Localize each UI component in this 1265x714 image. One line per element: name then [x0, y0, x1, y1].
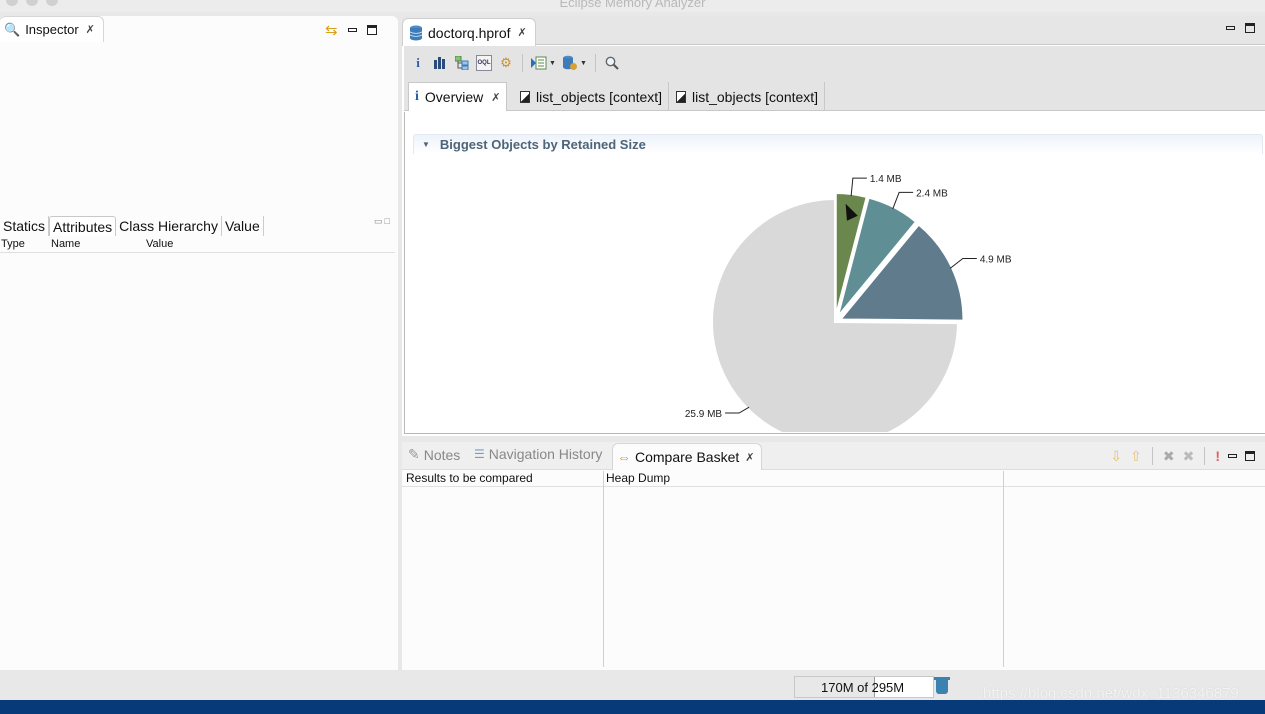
tab-overview-label: Overview	[424, 89, 484, 105]
tab-list-objects-1[interactable]: list_objects [context]	[514, 82, 670, 111]
tab-notes-label: Notes	[423, 446, 461, 463]
tab-doctorq-hprof[interactable]: doctorq.hprof ✗	[402, 18, 536, 46]
tab-attributes[interactable]: Attributes	[49, 216, 117, 236]
info-icon: i	[415, 89, 419, 104]
editor-tab-bar: doctorq.hprof ✗	[402, 16, 1265, 46]
editor-toolbar: i OQL ⚙ ▼ ▼	[404, 46, 1265, 80]
maximize-icon[interactable]	[1245, 23, 1255, 33]
pie-slice-label: 25.9 MB	[685, 409, 723, 420]
column-type[interactable]: Type	[1, 238, 25, 250]
tab-statics[interactable]: Statics	[0, 216, 50, 236]
dominator-tree-icon[interactable]	[454, 55, 470, 71]
column-results-to-be-compared[interactable]: Results to be compared	[406, 471, 533, 485]
tab-list-objects-1-label: list_objects [context]	[536, 88, 663, 105]
remove-icon[interactable]: ✖	[1163, 448, 1175, 465]
compare-basket-view: ✎ Notes ☰ Navigation History ⇔ Compare B…	[402, 442, 1265, 670]
heap-dump-editor: doctorq.hprof ✗ i OQL ⚙ ▼ ▼ i Overview ✗…	[402, 16, 1265, 436]
desktop-taskbar	[0, 700, 1265, 714]
minimize-icon[interactable]	[347, 28, 357, 32]
chevron-down-icon[interactable]: ▼	[580, 60, 587, 67]
editor-page-tabs: i Overview ✗ list_objects [context] list…	[404, 80, 1265, 111]
navigation-history-icon: ☰	[474, 447, 485, 461]
tab-compare-basket[interactable]: ⇔ Compare Basket ✗	[612, 443, 762, 470]
heap-status-text: 170M of 295M	[821, 679, 905, 695]
tab-inspector-label: Inspector	[25, 22, 79, 37]
tab-notes[interactable]: ✎ Notes	[408, 446, 460, 463]
pie-slice-label: 4.9 MB	[980, 254, 1012, 265]
pie-slice-label: 1.4 MB	[870, 174, 902, 185]
oql-icon[interactable]: OQL	[476, 55, 492, 71]
document-icon	[676, 90, 686, 103]
histogram-icon[interactable]	[432, 55, 448, 71]
info-icon[interactable]: i	[410, 55, 426, 71]
window-title: Eclipse Memory Analyzer	[559, 0, 706, 10]
tab-value[interactable]: Value	[222, 216, 264, 236]
tab-overview[interactable]: i Overview ✗	[408, 82, 508, 111]
close-icon[interactable]: ✗	[86, 23, 95, 36]
column-heap-dump[interactable]: Heap Dump	[606, 471, 670, 485]
inspector-sub-tabs: Statics Attributes Class Hierarchy Value	[0, 216, 264, 236]
minimize-icon[interactable]	[1228, 454, 1237, 458]
close-icon[interactable]: ✗	[491, 91, 500, 104]
window-titlebar: Eclipse Memory Analyzer	[0, 0, 1265, 12]
attributes-table-header: Type Name Value	[0, 237, 395, 253]
sub-panel-controls[interactable]: ▭□	[374, 216, 392, 227]
tab-class-hierarchy[interactable]: Class Hierarchy	[116, 216, 222, 236]
find-object-icon[interactable]	[604, 55, 620, 71]
tab-compare-basket-label: Compare Basket	[635, 449, 740, 465]
tab-list-objects-2[interactable]: list_objects [context]	[670, 82, 826, 111]
tab-navigation-history-label: Navigation History	[488, 446, 603, 462]
inspector-icon: 🔍	[4, 21, 21, 37]
toolbar-separator	[1151, 447, 1153, 465]
close-icon[interactable]: ✗	[518, 26, 527, 39]
compare-results-icon[interactable]: !	[1215, 448, 1220, 464]
document-icon	[520, 90, 530, 103]
retained-size-pie-chart: 1.4 MB 2.4 MB 4.9 MB 25.9 MB	[685, 174, 1012, 432]
compare-table-header: Results to be compared Heap Dump	[402, 471, 1265, 487]
trash-icon[interactable]	[934, 677, 950, 694]
column-divider[interactable]	[603, 471, 604, 667]
run-report-icon[interactable]	[531, 55, 547, 71]
inspector-view: 🔍 Inspector ✗ ⇆ Statics Attributes Class…	[0, 16, 398, 670]
toolbar-separator	[522, 54, 523, 72]
pie-leader-line	[892, 191, 914, 210]
tab-list-objects-2-label: list_objects [context]	[692, 88, 819, 105]
maximize-icon[interactable]	[1245, 451, 1255, 461]
tab-doctorq-hprof-label: doctorq.hprof	[428, 24, 511, 41]
notes-icon: ✎	[408, 446, 420, 462]
pie-leader-line	[949, 257, 977, 269]
toolbar-separator	[594, 54, 596, 72]
chevron-down-icon[interactable]: ▼	[549, 60, 556, 67]
link-with-editor-icon[interactable]: ⇆	[325, 21, 338, 39]
database-icon	[409, 25, 423, 40]
compare-basket-icon: ⇔	[617, 449, 631, 465]
overview-content: ▼ Biggest Objects by Retained Size 1.4 M…	[404, 112, 1265, 434]
pie-leader-line	[725, 406, 750, 414]
column-name[interactable]: Name	[51, 238, 80, 250]
tab-navigation-history[interactable]: ☰ Navigation History	[474, 446, 602, 462]
move-down-icon[interactable]: ⇩	[1110, 448, 1122, 465]
heap-status[interactable]: 170M of 295M	[794, 676, 934, 698]
close-icon[interactable]: ✗	[745, 451, 754, 464]
toolbar-separator	[1204, 447, 1206, 465]
status-bar: 170M of 295M https://blog.csdn.net/wdx_1…	[0, 670, 1265, 702]
column-divider[interactable]	[1003, 471, 1004, 667]
move-up-icon[interactable]: ⇧	[1130, 448, 1142, 465]
remove-all-icon[interactable]: ✖	[1183, 448, 1195, 465]
query-browser-icon[interactable]	[562, 55, 578, 71]
bottom-tab-bar: ✎ Notes ☰ Navigation History ⇔ Compare B…	[402, 442, 1265, 470]
pie-slice-label: 2.4 MB	[916, 188, 948, 199]
tab-inspector[interactable]: 🔍 Inspector ✗	[0, 16, 104, 42]
minimize-icon[interactable]	[1226, 26, 1235, 30]
maximize-icon[interactable]	[366, 25, 377, 35]
column-value[interactable]: Value	[146, 238, 173, 250]
heap-dump-overview-icon[interactable]: ⚙	[498, 55, 514, 71]
